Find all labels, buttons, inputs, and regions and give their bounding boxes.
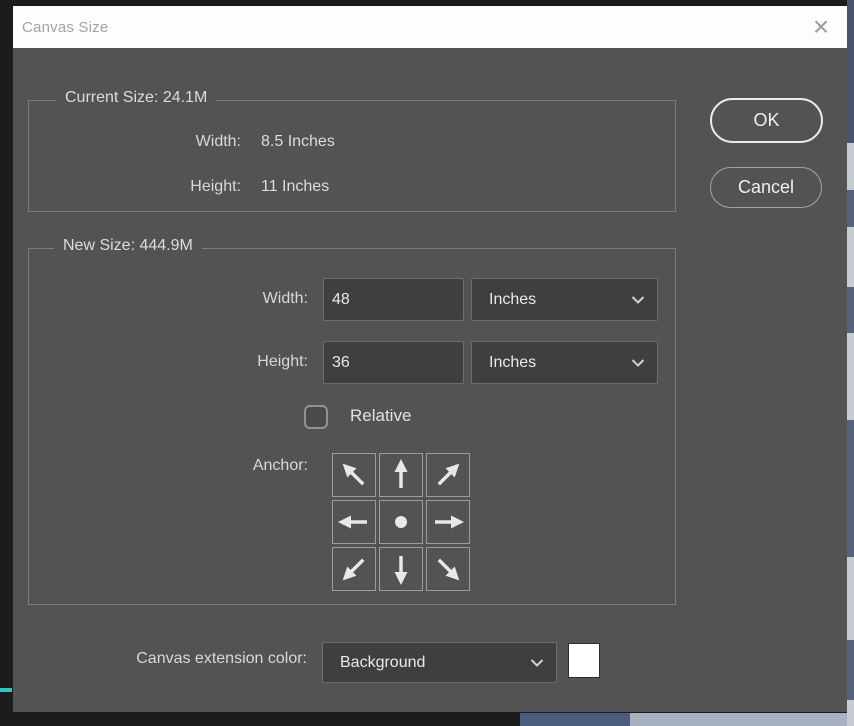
new-height-unit-value: Inches [489, 354, 536, 372]
anchor-cell-center[interactable] [379, 500, 423, 544]
screenshot-root: Canvas Size × Current Size: 24.1M Width:… [0, 0, 854, 726]
anchor-arrow-up-left-icon [334, 455, 374, 495]
anchor-cell-left[interactable] [332, 500, 376, 544]
anchor-label: Anchor: [129, 457, 308, 475]
anchor-cell-bottom-left[interactable] [332, 547, 376, 591]
dialog-titlebar: Canvas Size × [13, 6, 847, 48]
new-size-group: New Size: 444.9M Width: Inches Height: I… [28, 248, 676, 605]
anchor-arrow-down-left-icon [334, 549, 374, 589]
chevron-down-icon [530, 658, 544, 667]
anchor-arrow-down-icon [381, 549, 421, 589]
background-panel-segment [847, 333, 854, 420]
canvas-extension-color-select[interactable]: Background [322, 642, 557, 683]
current-size-legend: Current Size: 24.1M [56, 89, 216, 107]
new-height-label: Height: [129, 353, 308, 371]
background-ruler-tick [0, 688, 12, 692]
anchor-cell-bottom-right[interactable] [426, 547, 470, 591]
anchor-cell-top-left[interactable] [332, 453, 376, 497]
cancel-button[interactable]: Cancel [710, 167, 822, 208]
new-size-legend: New Size: 444.9M [54, 237, 202, 255]
anchor-arrow-right-icon [428, 502, 468, 542]
background-panel-segment [847, 557, 854, 640]
anchor-cell-top[interactable] [379, 453, 423, 497]
background-panel-strip [847, 0, 854, 726]
anchor-cell-bottom[interactable] [379, 547, 423, 591]
new-height-unit-select[interactable]: Inches [471, 341, 658, 384]
current-width-value: 8.5 Inches [261, 133, 335, 151]
anchor-center-dot-icon [381, 502, 421, 542]
background-taskbar-segment [630, 713, 847, 726]
dialog-title: Canvas Size [22, 6, 108, 48]
canvas-extension-color-value: Background [340, 654, 425, 672]
canvas-extension-color-label: Canvas extension color: [30, 650, 307, 668]
canvas-size-dialog: Current Size: 24.1M Width: 8.5 Inches He… [13, 48, 847, 712]
new-height-input[interactable] [323, 341, 464, 384]
relative-label[interactable]: Relative [350, 406, 411, 426]
relative-checkbox[interactable] [304, 405, 328, 429]
new-width-unit-value: Inches [489, 291, 536, 309]
extension-color-swatch[interactable] [568, 643, 600, 678]
anchor-arrow-left-icon [334, 502, 374, 542]
new-width-label: Width: [129, 290, 308, 308]
chevron-down-icon [631, 358, 645, 367]
background-panel-segment [847, 0, 854, 143]
close-icon[interactable]: × [799, 6, 843, 48]
current-size-group: Current Size: 24.1M Width: 8.5 Inches He… [28, 100, 676, 212]
current-width-label: Width: [89, 133, 241, 151]
ok-button[interactable]: OK [710, 98, 823, 143]
background-panel-segment [847, 143, 854, 190]
new-width-input[interactable] [323, 278, 464, 321]
anchor-grid [332, 453, 470, 591]
anchor-cell-top-right[interactable] [426, 453, 470, 497]
current-height-value: 11 Inches [261, 178, 329, 196]
current-height-label: Height: [89, 178, 241, 196]
background-panel-segment [847, 227, 854, 287]
background-panel-segment [847, 700, 854, 726]
new-width-unit-select[interactable]: Inches [471, 278, 658, 321]
anchor-arrow-down-right-icon [428, 549, 468, 589]
anchor-arrow-up-icon [381, 455, 421, 495]
anchor-cell-right[interactable] [426, 500, 470, 544]
background-taskbar-segment [520, 713, 630, 726]
anchor-arrow-up-right-icon [428, 455, 468, 495]
chevron-down-icon [631, 295, 645, 304]
